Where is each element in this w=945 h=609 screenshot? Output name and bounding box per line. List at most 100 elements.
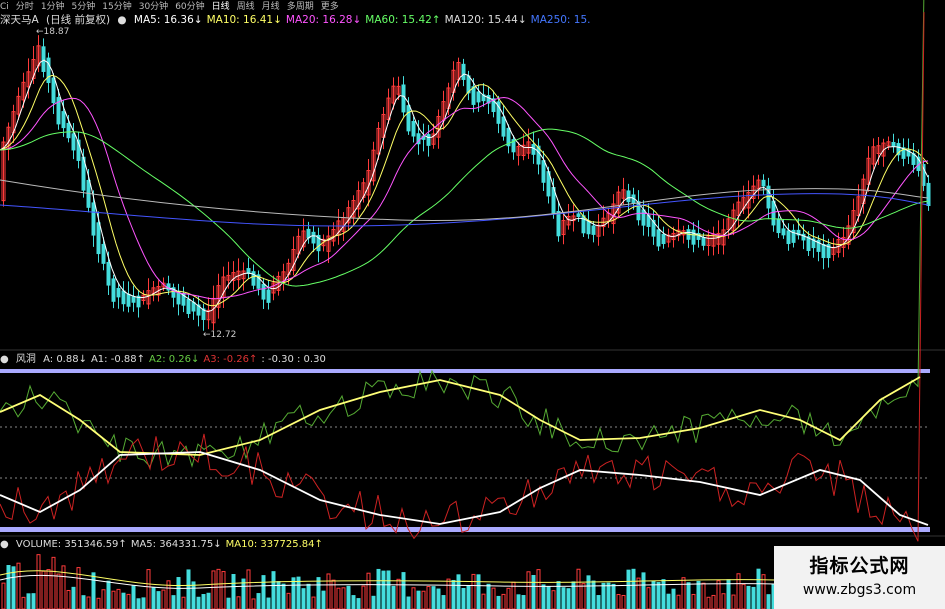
- volume-bar: [601, 582, 606, 609]
- ma20-line: [0, 96, 929, 300]
- candle-body: [131, 296, 136, 303]
- volume-bar: [236, 596, 241, 609]
- candle-body: [111, 278, 116, 302]
- volume-bar: [136, 598, 141, 609]
- candle-body: [266, 289, 271, 303]
- candle-body: [116, 287, 121, 298]
- candle-body: [771, 200, 776, 226]
- volume-bar: [11, 566, 16, 609]
- volume-bar: [666, 593, 671, 609]
- candle-body: [461, 63, 466, 80]
- volume-bar: [181, 596, 186, 609]
- candle-body: [106, 261, 111, 286]
- volume-bar: [16, 562, 21, 609]
- volume-bar: [496, 595, 501, 609]
- volume-bar: [341, 587, 346, 609]
- volume-bar: [441, 595, 446, 609]
- volume-bar: [31, 593, 36, 609]
- candle-body: [306, 228, 311, 239]
- volume-bar: [391, 585, 396, 609]
- candle-body: [101, 243, 106, 264]
- volume-bar: [376, 568, 381, 609]
- volume-bar: [316, 577, 321, 609]
- volume-bar: [551, 590, 556, 609]
- candle-body: [66, 122, 71, 139]
- volume-bar: [251, 598, 256, 609]
- volume-bar: [721, 593, 726, 609]
- volume-bar: [151, 587, 156, 609]
- candle-body: [401, 84, 406, 113]
- candle-body: [61, 111, 66, 129]
- volume-bar: [591, 580, 596, 609]
- volume-bar: [501, 593, 506, 609]
- candle-body: [311, 231, 316, 244]
- volume-bar: [146, 569, 151, 609]
- volume-bar: [461, 587, 466, 609]
- volume-bar: [421, 590, 426, 609]
- volume-bar: [111, 590, 116, 609]
- volume-bar: [621, 594, 626, 609]
- volume-bar: [336, 587, 341, 609]
- volume-bar: [206, 592, 211, 609]
- volume-bar: [416, 590, 421, 609]
- candle-body: [126, 293, 131, 307]
- candle-body: [411, 121, 416, 137]
- volume-bar: [361, 585, 366, 609]
- candle-body: [531, 144, 536, 155]
- volume-bar: [676, 594, 681, 609]
- volume-bar: [156, 591, 161, 609]
- volume-bar: [546, 585, 551, 609]
- white-osc-line: [0, 451, 929, 526]
- volume-bar: [71, 586, 76, 609]
- watermark-title: 指标公式网: [809, 555, 910, 577]
- volume-bar: [41, 570, 46, 609]
- volume-bar: [261, 575, 266, 609]
- volume-bar: [466, 585, 471, 609]
- volume-bar: [81, 595, 86, 609]
- upper-band: [0, 369, 930, 373]
- candle-body: [626, 190, 631, 203]
- volume-bar: [446, 578, 451, 609]
- volume-bar: [586, 575, 591, 609]
- volume-bar: [26, 593, 31, 609]
- candle-body: [701, 237, 706, 246]
- volume-bar: [176, 577, 181, 609]
- volume-bar: [476, 574, 481, 609]
- volume-bar: [211, 570, 216, 609]
- volume-bar: [291, 577, 296, 609]
- candle-body: [786, 230, 791, 245]
- candle-body: [191, 301, 196, 312]
- candle-body: [541, 160, 546, 183]
- candle-body: [661, 233, 666, 245]
- candle-body: [186, 298, 191, 315]
- ma120-line: [0, 179, 929, 222]
- volume-bar: [576, 568, 581, 609]
- volume-bar: [226, 597, 231, 609]
- volume-bar: [246, 569, 251, 609]
- volume-bar: [491, 587, 496, 609]
- volume-bar: [351, 595, 356, 609]
- candle-body: [501, 116, 506, 137]
- candle-body: [71, 133, 76, 151]
- candle-body: [891, 142, 896, 147]
- volume-bar: [96, 597, 101, 609]
- volume-bar: [681, 577, 686, 609]
- candle-body: [261, 283, 266, 300]
- volume-bar: [596, 595, 601, 609]
- volume-bar: [556, 581, 561, 609]
- volume-bar: [456, 574, 461, 609]
- volume-bar: [201, 594, 206, 609]
- candle-body: [51, 77, 56, 104]
- volume-bar: [271, 571, 276, 609]
- volume-bar: [481, 593, 486, 609]
- candle-body: [406, 105, 411, 132]
- volume-bar: [281, 583, 286, 609]
- volume-bar: [356, 598, 361, 609]
- ma250-line: [0, 193, 929, 227]
- volume-bar: [661, 579, 666, 609]
- volume-bar: [191, 581, 196, 609]
- volume-bar: [386, 570, 391, 609]
- volume-bar: [6, 565, 11, 609]
- volume-bar: [521, 595, 526, 609]
- stock-chart[interactable]: [0, 0, 945, 609]
